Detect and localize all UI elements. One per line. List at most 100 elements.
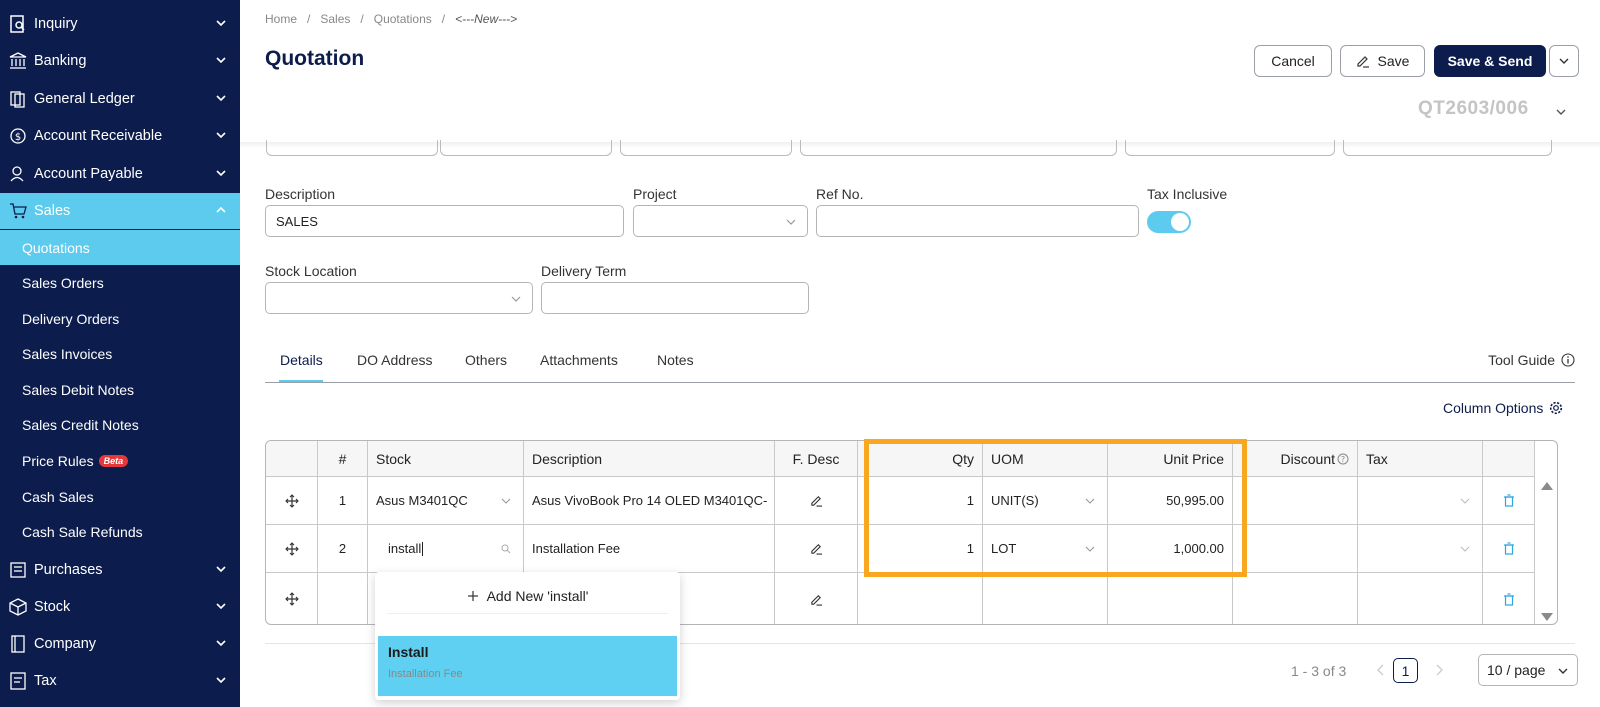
full-description-button[interactable] bbox=[775, 525, 858, 573]
tax-select[interactable] bbox=[1358, 573, 1483, 624]
breadcrumb-home[interactable]: Home bbox=[265, 12, 297, 26]
sidebar-item-inquiry[interactable]: Inquiry bbox=[0, 6, 240, 42]
column-options-button[interactable]: Column Options bbox=[1443, 400, 1563, 416]
uom-value: LOT bbox=[991, 541, 1017, 556]
scrolled-field[interactable] bbox=[1343, 140, 1552, 156]
sidebar-item-account-payable[interactable]: Account Payable bbox=[0, 156, 240, 192]
trash-icon bbox=[1503, 494, 1514, 507]
tab-details[interactable]: Details bbox=[280, 352, 323, 368]
qty-input[interactable]: 1 bbox=[858, 477, 983, 525]
add-new-stock-option[interactable]: Add New 'install' bbox=[387, 578, 668, 614]
tool-guide-button[interactable]: Tool Guide bbox=[1488, 352, 1575, 368]
trash-icon bbox=[1503, 592, 1514, 606]
sidebar-sub-cash-sales[interactable]: Cash Sales bbox=[0, 479, 240, 514]
sidebar-sub-sales-invoices[interactable]: Sales Invoices bbox=[0, 336, 240, 371]
sidebar-sub-sales-orders[interactable]: Sales Orders bbox=[0, 265, 240, 300]
chevron-left-icon[interactable] bbox=[1375, 663, 1385, 677]
drag-handle[interactable] bbox=[266, 525, 318, 573]
scrolled-field[interactable] bbox=[440, 140, 612, 156]
description-input[interactable]: Installation Fee bbox=[524, 525, 775, 573]
scrolled-field[interactable] bbox=[800, 140, 1117, 156]
discount-input[interactable] bbox=[1233, 477, 1358, 525]
sidebar-item-tax[interactable]: Tax bbox=[0, 663, 240, 699]
delete-row-button[interactable] bbox=[1483, 525, 1535, 573]
sidebar-sub-price-rules[interactable]: Price Rules Beta bbox=[0, 443, 240, 478]
tab-do-address[interactable]: DO Address bbox=[357, 352, 432, 368]
sidebar-item-banking[interactable]: Banking bbox=[0, 43, 240, 79]
drag-handle[interactable] bbox=[266, 477, 318, 525]
pagination-page[interactable]: 1 bbox=[1393, 658, 1418, 683]
help-icon[interactable]: ? bbox=[1337, 453, 1349, 465]
uom-select[interactable]: UNIT(S) bbox=[983, 477, 1108, 525]
company-icon bbox=[8, 634, 28, 654]
stock-search-input[interactable]: install bbox=[368, 525, 524, 573]
qty-input[interactable] bbox=[858, 573, 983, 624]
save-send-button[interactable]: Save & Send bbox=[1434, 45, 1546, 77]
stock-option-install[interactable]: Install Installation Fee bbox=[378, 636, 677, 696]
ref-no-input[interactable] bbox=[816, 205, 1139, 237]
tax-inclusive-toggle[interactable] bbox=[1147, 211, 1191, 233]
scroll-up-arrow[interactable] bbox=[1540, 481, 1554, 491]
scrolled-field[interactable] bbox=[266, 140, 438, 156]
discount-input[interactable] bbox=[1233, 525, 1358, 573]
sidebar-item-account-receivable[interactable]: $ Account Receivable bbox=[0, 118, 240, 154]
inquiry-icon bbox=[8, 14, 28, 34]
full-description-button[interactable] bbox=[775, 477, 858, 525]
project-select[interactable] bbox=[633, 205, 808, 237]
scrolled-field[interactable] bbox=[1125, 140, 1335, 156]
sidebar-sub-delivery-orders[interactable]: Delivery Orders bbox=[0, 301, 240, 336]
scroll-down-arrow[interactable] bbox=[1540, 612, 1554, 622]
breadcrumb-separator: / bbox=[360, 12, 364, 26]
sidebar-item-company[interactable]: Company bbox=[0, 626, 240, 662]
page-size-select[interactable]: 10 / page bbox=[1478, 654, 1578, 686]
discount-input[interactable] bbox=[1233, 573, 1358, 624]
sidebar-item-stock[interactable]: Stock bbox=[0, 589, 240, 625]
drag-handle[interactable] bbox=[266, 573, 318, 624]
delivery-term-input[interactable] bbox=[541, 282, 809, 314]
stock-select[interactable]: Asus M3401QC bbox=[368, 477, 524, 525]
row-number: 1 bbox=[318, 477, 368, 525]
cancel-button[interactable]: Cancel bbox=[1254, 45, 1332, 77]
move-icon bbox=[284, 592, 299, 606]
chevron-right-icon[interactable] bbox=[1435, 663, 1445, 677]
sidebar-item-label: Inquiry bbox=[34, 16, 78, 32]
delete-row-button[interactable] bbox=[1483, 573, 1535, 624]
chevron-up-icon bbox=[216, 206, 226, 213]
unit-price-input[interactable] bbox=[1108, 573, 1233, 624]
full-description-button[interactable] bbox=[775, 573, 858, 624]
uom-select[interactable] bbox=[983, 573, 1108, 624]
sidebar-sub-cash-sale-refunds[interactable]: Cash Sale Refunds bbox=[0, 514, 240, 549]
sidebar-item-label: General Ledger bbox=[34, 91, 135, 107]
delete-row-button[interactable] bbox=[1483, 477, 1535, 525]
stock-location-label: Stock Location bbox=[265, 263, 357, 279]
save-options-dropdown[interactable] bbox=[1549, 45, 1579, 77]
tab-attachments[interactable]: Attachments bbox=[540, 352, 618, 368]
uom-select[interactable]: LOT bbox=[983, 525, 1108, 573]
sidebar-sub-quotations[interactable]: Quotations bbox=[0, 230, 240, 265]
tax-select[interactable] bbox=[1358, 525, 1483, 573]
save-button-label: Save bbox=[1377, 53, 1410, 69]
tab-notes[interactable]: Notes bbox=[657, 352, 694, 368]
tax-select[interactable] bbox=[1358, 477, 1483, 525]
tab-others[interactable]: Others bbox=[465, 352, 507, 368]
purchases-icon bbox=[8, 560, 28, 580]
sidebar-item-general-ledger[interactable]: General Ledger bbox=[0, 81, 240, 117]
unit-price-input[interactable]: 1,000.00 bbox=[1108, 525, 1233, 573]
payable-icon bbox=[8, 164, 28, 184]
scrolled-field[interactable] bbox=[620, 140, 792, 156]
breadcrumb-sales[interactable]: Sales bbox=[320, 12, 350, 26]
qty-input[interactable]: 1 bbox=[858, 525, 983, 573]
stock-location-select[interactable] bbox=[265, 282, 533, 314]
save-button[interactable]: Save bbox=[1340, 45, 1425, 77]
sidebar-sub-sales-credit-notes[interactable]: Sales Credit Notes bbox=[0, 407, 240, 442]
chevron-down-icon[interactable] bbox=[1555, 106, 1567, 118]
unit-price-input[interactable]: 50,995.00 bbox=[1108, 477, 1233, 525]
breadcrumb-quotations[interactable]: Quotations bbox=[374, 12, 432, 26]
sidebar-item-sales[interactable]: Sales bbox=[0, 193, 240, 229]
description-input[interactable]: SALES bbox=[265, 205, 624, 237]
sidebar-sub-sales-debit-notes[interactable]: Sales Debit Notes bbox=[0, 372, 240, 407]
info-icon bbox=[1561, 353, 1575, 367]
description-input[interactable]: Asus VivoBook Pro 14 OLED M3401QC- bbox=[524, 477, 775, 525]
sidebar-item-purchases[interactable]: Purchases bbox=[0, 552, 240, 588]
toggle-knob bbox=[1171, 213, 1189, 231]
